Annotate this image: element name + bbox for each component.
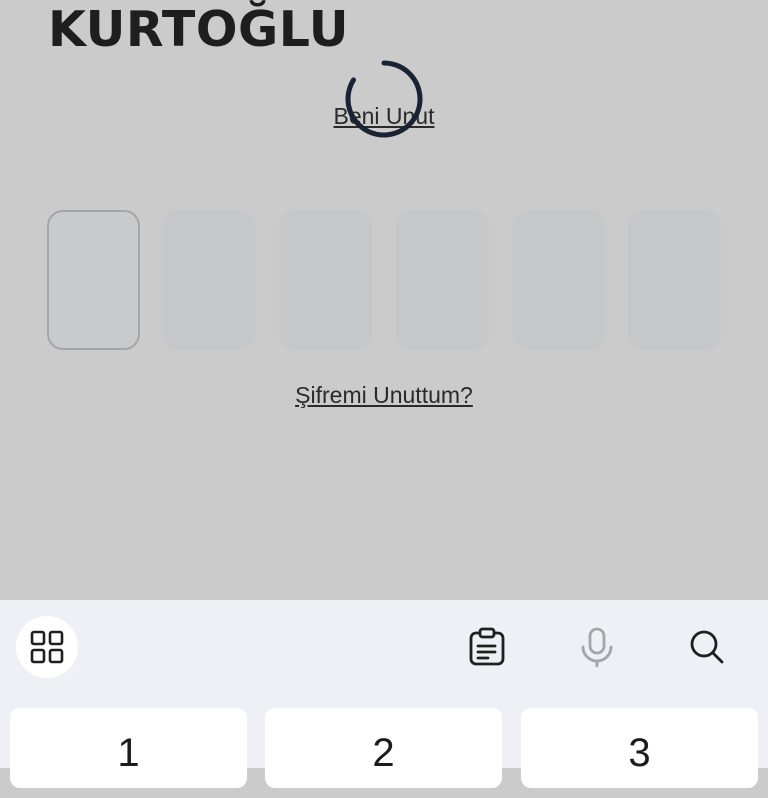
brand-logo: KURTOĞLU [48,1,349,58]
key-2[interactable]: 2 [265,708,502,788]
pin-input-row [47,210,722,350]
key-1[interactable]: 1 [10,708,247,788]
loading-spinner-icon [345,60,423,138]
clipboard-icon [469,627,505,666]
grid-button[interactable] [16,616,78,678]
pin-digit-6[interactable] [628,210,721,350]
pin-digit-4[interactable] [396,210,489,350]
pin-digit-3[interactable] [279,210,372,350]
key-3[interactable]: 3 [521,708,758,788]
login-screen: KURTOĞLU Beni Unut Şifremi Unuttum? [0,0,768,600]
search-button[interactable] [682,622,732,672]
search-icon [690,630,724,664]
microphone-icon [581,627,613,668]
forgot-password-link[interactable]: Şifremi Unuttum? [0,382,768,409]
pin-digit-5[interactable] [512,210,605,350]
clipboard-button[interactable] [462,622,512,672]
pin-digit-1[interactable] [47,210,140,350]
grid-icon [30,630,64,664]
pin-digit-2[interactable] [163,210,256,350]
microphone-button[interactable] [572,622,622,672]
